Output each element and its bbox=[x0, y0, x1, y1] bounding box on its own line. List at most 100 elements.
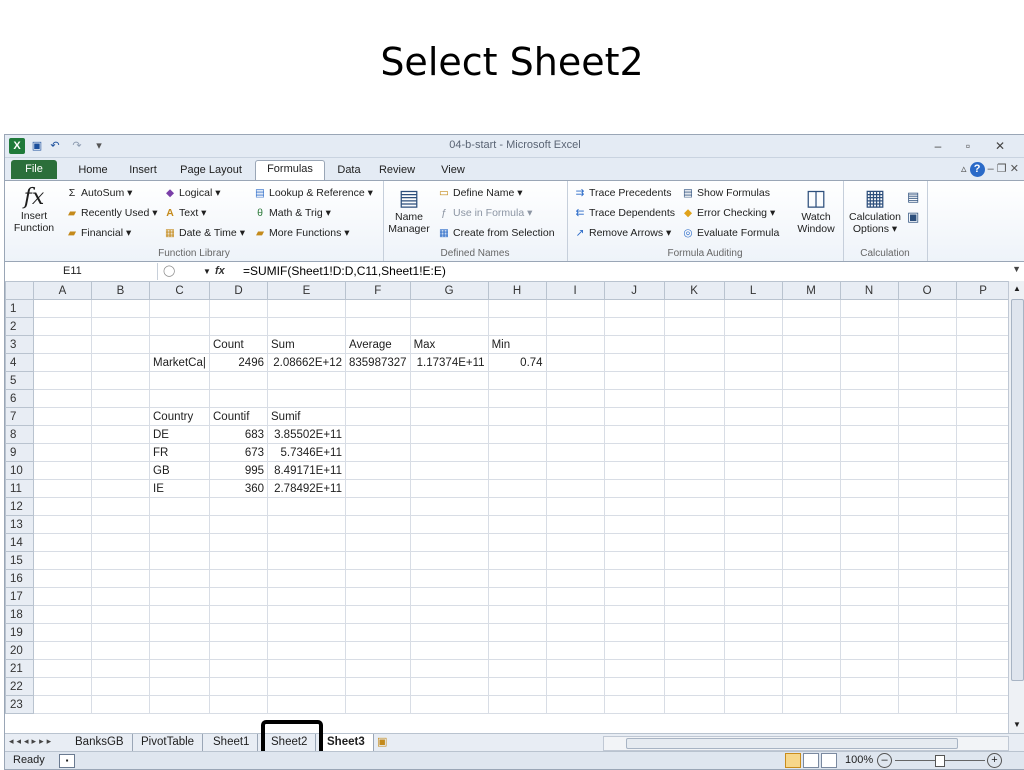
cell-f21[interactable] bbox=[345, 659, 411, 678]
sheet-nav-arrows-icon[interactable]: ◂◂◂▸▸▸ bbox=[9, 736, 54, 747]
cell-m15[interactable] bbox=[781, 551, 841, 570]
cancel-entry-icon[interactable]: ◯ bbox=[163, 263, 175, 280]
cell-p16[interactable] bbox=[955, 569, 1011, 588]
cell-b14[interactable] bbox=[91, 533, 150, 552]
cell-o19[interactable] bbox=[897, 623, 957, 642]
cell-i17[interactable] bbox=[545, 587, 605, 606]
row-header[interactable]: 6 bbox=[5, 389, 34, 408]
cell-j1[interactable] bbox=[603, 299, 665, 318]
cell-c7[interactable]: Country bbox=[149, 407, 210, 426]
cell-g2[interactable] bbox=[409, 317, 489, 336]
insert-function-button[interactable]: fx Insert Function bbox=[9, 185, 59, 234]
cell-e19[interactable] bbox=[267, 623, 346, 642]
cell-o16[interactable] bbox=[897, 569, 957, 588]
cell-b22[interactable] bbox=[91, 677, 150, 696]
cell-m2[interactable] bbox=[781, 317, 841, 336]
cell-n17[interactable] bbox=[839, 587, 899, 606]
close-button[interactable]: ✕ bbox=[989, 138, 1011, 154]
cell-j2[interactable] bbox=[603, 317, 665, 336]
cell-c8[interactable]: DE bbox=[149, 425, 210, 444]
cell-p23[interactable] bbox=[955, 695, 1011, 714]
sheet-tab-sheet1[interactable]: Sheet1 bbox=[205, 734, 259, 751]
cell-l12[interactable] bbox=[723, 497, 783, 516]
cell-h10[interactable] bbox=[487, 461, 547, 480]
cell-b16[interactable] bbox=[91, 569, 150, 588]
cell-n21[interactable] bbox=[839, 659, 899, 678]
cell-d10[interactable]: 995 bbox=[209, 461, 268, 480]
cell-n9[interactable] bbox=[839, 443, 899, 462]
row-header[interactable]: 5 bbox=[5, 371, 34, 390]
cell-k5[interactable] bbox=[663, 371, 725, 390]
cell-c15[interactable] bbox=[149, 551, 210, 570]
cell-g8[interactable] bbox=[409, 425, 489, 444]
cell-a18[interactable] bbox=[33, 605, 92, 624]
cell-f12[interactable] bbox=[345, 497, 411, 516]
cell-k1[interactable] bbox=[663, 299, 725, 318]
cell-p6[interactable] bbox=[955, 389, 1011, 408]
cell-e20[interactable] bbox=[267, 641, 346, 660]
row-header[interactable]: 2 bbox=[5, 317, 34, 336]
row-header[interactable]: 22 bbox=[5, 677, 34, 696]
cell-m16[interactable] bbox=[781, 569, 841, 588]
cell-a2[interactable] bbox=[33, 317, 92, 336]
insert-function-fx-button[interactable]: fx bbox=[215, 263, 225, 280]
cell-n3[interactable] bbox=[839, 335, 899, 354]
cell-n6[interactable] bbox=[839, 389, 899, 408]
cell-e9[interactable]: 5.7346E+11 bbox=[267, 443, 346, 462]
page-layout-view-icon[interactable] bbox=[803, 753, 819, 768]
cell-g11[interactable] bbox=[409, 479, 489, 498]
cell-b10[interactable] bbox=[91, 461, 150, 480]
cell-b8[interactable] bbox=[91, 425, 150, 444]
trace-precedents-button[interactable]: ⇉ Trace Precedents bbox=[573, 187, 672, 199]
cell-j19[interactable] bbox=[603, 623, 665, 642]
cell-m4[interactable] bbox=[781, 353, 841, 372]
cell-f23[interactable] bbox=[345, 695, 411, 714]
cell-k6[interactable] bbox=[663, 389, 725, 408]
scroll-down-icon[interactable]: ▼ bbox=[1009, 717, 1024, 733]
recently-used-button[interactable]: ▰ Recently Used ▾ bbox=[65, 207, 158, 219]
cell-b18[interactable] bbox=[91, 605, 150, 624]
row-header[interactable]: 7 bbox=[5, 407, 34, 426]
cell-j18[interactable] bbox=[603, 605, 665, 624]
cell-i12[interactable] bbox=[545, 497, 605, 516]
cell-a12[interactable] bbox=[33, 497, 92, 516]
cell-l20[interactable] bbox=[723, 641, 783, 660]
cell-f8[interactable] bbox=[345, 425, 411, 444]
cell-l2[interactable] bbox=[723, 317, 783, 336]
cell-g7[interactable] bbox=[409, 407, 489, 426]
cell-o8[interactable] bbox=[897, 425, 957, 444]
cell-p11[interactable] bbox=[955, 479, 1011, 498]
cell-p9[interactable] bbox=[955, 443, 1011, 462]
column-header-c[interactable]: C bbox=[149, 281, 210, 300]
cell-h7[interactable] bbox=[487, 407, 547, 426]
row-header[interactable]: 9 bbox=[5, 443, 34, 462]
doc-close-icon[interactable]: ✕ bbox=[1010, 163, 1019, 175]
cell-f3[interactable]: Average bbox=[345, 335, 411, 354]
tab-insert[interactable]: Insert bbox=[121, 162, 165, 179]
cell-a15[interactable] bbox=[33, 551, 92, 570]
cell-k8[interactable] bbox=[663, 425, 725, 444]
worksheet-grid[interactable]: ABCDEFGHIJKLMNOP 1 2 3 Count Sum Average Max Mi… bbox=[5, 281, 1024, 733]
more-functions-button[interactable]: ▰ More Functions ▾ bbox=[253, 227, 350, 239]
tab-page-layout[interactable]: Page Layout bbox=[173, 162, 249, 179]
cell-e2[interactable] bbox=[267, 317, 346, 336]
cell-n19[interactable] bbox=[839, 623, 899, 642]
cell-j4[interactable] bbox=[603, 353, 665, 372]
define-name-button[interactable]: ▭ Define Name ▾ bbox=[437, 187, 522, 199]
cell-o15[interactable] bbox=[897, 551, 957, 570]
formula-input[interactable]: =SUMIF(Sheet1!D:D,C11,Sheet1!E:E) bbox=[243, 263, 446, 280]
cell-h6[interactable] bbox=[487, 389, 547, 408]
cell-h11[interactable] bbox=[487, 479, 547, 498]
cell-c12[interactable] bbox=[149, 497, 210, 516]
cell-l21[interactable] bbox=[723, 659, 783, 678]
cell-c23[interactable] bbox=[149, 695, 210, 714]
cell-m8[interactable] bbox=[781, 425, 841, 444]
column-header-h[interactable]: H bbox=[487, 281, 547, 300]
cell-f6[interactable] bbox=[345, 389, 411, 408]
cell-f2[interactable] bbox=[345, 317, 411, 336]
cell-e12[interactable] bbox=[267, 497, 346, 516]
cell-h4[interactable]: 0.74 bbox=[487, 353, 547, 372]
cell-e10[interactable]: 8.49171E+11 bbox=[267, 461, 346, 480]
row-header[interactable]: 23 bbox=[5, 695, 34, 714]
cell-g15[interactable] bbox=[409, 551, 489, 570]
